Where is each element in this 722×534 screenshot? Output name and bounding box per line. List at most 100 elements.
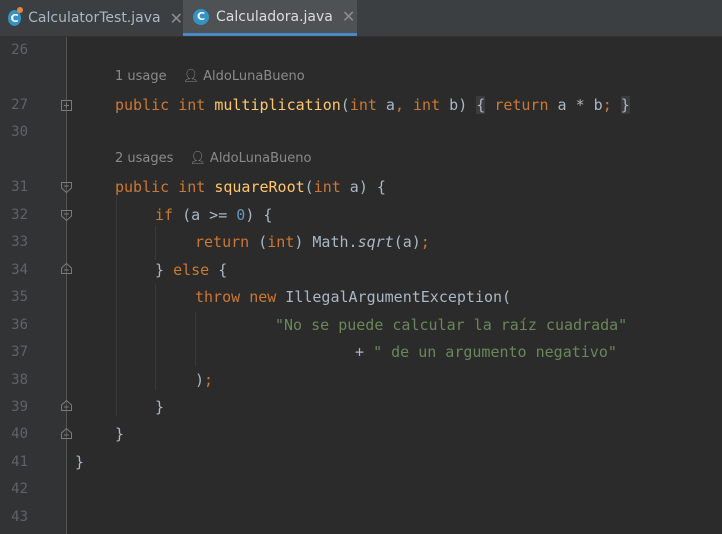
code-text: { — [209, 261, 228, 279]
keyword: int — [413, 96, 441, 114]
line-number: 35 — [11, 289, 28, 305]
paren: ( — [340, 96, 350, 114]
brace: } — [155, 398, 165, 416]
line-number: 42 — [11, 481, 28, 497]
code-line-39[interactable]: } — [155, 394, 164, 421]
author-icon: 👤︎ — [182, 69, 200, 84]
semicolon: ; — [602, 96, 612, 114]
method-name: multiplication — [214, 96, 341, 114]
indent-guide — [116, 196, 117, 416]
line-number: 31 — [11, 179, 28, 195]
keyword: if — [155, 206, 174, 224]
keyword: return — [195, 233, 250, 251]
string-literal: "No se puede calcular la raíz cuadrada" — [275, 316, 628, 334]
gutter-divider — [66, 37, 67, 534]
code-line-41[interactable]: } — [75, 449, 84, 476]
code-text: IllegalArgumentException( — [276, 288, 512, 306]
tab-label: Calculadora.java — [216, 8, 333, 25]
code-text: } — [155, 261, 174, 279]
line-number: 34 — [11, 262, 28, 278]
keyword: public — [115, 178, 170, 196]
editor-tab-bar: C CalculatorTest.java ✕ C Calculadora.ja… — [0, 0, 722, 37]
brace: } — [75, 453, 85, 471]
author-name[interactable]: AldoLunaBueno — [203, 69, 305, 84]
line-number: 30 — [11, 124, 28, 140]
code-line-35[interactable]: throw new IllegalArgumentException( — [195, 284, 511, 311]
tab-calculatortest[interactable]: C CalculatorTest.java ✕ — [0, 0, 183, 36]
string-literal: " de un argumento negativo" — [373, 343, 617, 361]
keyword: int — [178, 96, 206, 114]
keyword: return — [494, 96, 549, 114]
fold-end-icon[interactable] — [61, 400, 72, 411]
fold-end-icon[interactable] — [61, 428, 72, 439]
usage-count[interactable]: 2 usages — [115, 151, 173, 166]
keyword: int — [178, 178, 206, 196]
code-line-40[interactable]: } — [115, 421, 124, 448]
paren: ) — [195, 371, 205, 389]
paren: ) — [458, 96, 477, 114]
code-text: ) { — [245, 206, 273, 224]
code-line-33[interactable]: return (int) Math.sqrt(a); — [195, 229, 430, 256]
java-class-icon: C — [8, 7, 24, 26]
keyword: throw — [195, 288, 241, 306]
line-number: 40 — [11, 426, 28, 442]
close-icon[interactable]: ✕ — [342, 7, 355, 26]
code-line-32[interactable]: if (a >= 0) { — [155, 202, 272, 229]
line-number: 32 — [11, 207, 28, 223]
code-line-27[interactable]: public int multiplication(int a, int b) … — [115, 92, 630, 119]
paren: ( — [304, 178, 314, 196]
param: a — [376, 96, 395, 114]
code-text: a) { — [340, 178, 386, 196]
author-name[interactable]: AldoLunaBueno — [210, 151, 312, 166]
close-icon[interactable]: ✕ — [170, 9, 183, 28]
code-text: (a) — [393, 233, 421, 251]
code-text: (a >= — [173, 206, 237, 224]
line-number: 33 — [11, 234, 28, 250]
indent-guide — [155, 226, 156, 260]
code-line-37[interactable]: + " de un argumento negativo" — [355, 339, 617, 366]
java-class-icon: C — [193, 8, 209, 25]
tab-calculadora[interactable]: C Calculadora.java ✕ — [183, 0, 357, 36]
folded-brace[interactable]: } — [620, 96, 630, 114]
param: b — [440, 96, 459, 114]
code-line-36[interactable]: "No se puede calcular la raíz cuadrada" — [275, 312, 627, 339]
keyword: new — [249, 288, 277, 306]
code-text: ) Math. — [294, 233, 358, 251]
semicolon: ; — [204, 371, 214, 389]
fold-end-icon[interactable] — [61, 263, 72, 274]
comma: , — [394, 96, 414, 114]
line-number: 27 — [11, 97, 28, 113]
folded-brace[interactable]: { — [476, 96, 486, 114]
indent-guide — [195, 312, 196, 366]
code-line-34[interactable]: } else { — [155, 257, 227, 284]
keyword: public — [115, 96, 170, 114]
line-number: 26 — [11, 42, 28, 58]
line-number: 41 — [11, 454, 28, 470]
usage-count[interactable]: 1 usage — [115, 69, 167, 84]
line-number: 43 — [11, 509, 28, 525]
semicolon: ; — [420, 233, 430, 251]
brace: } — [115, 425, 125, 443]
usage-hint[interactable]: 2 usages 👤︎ AldoLunaBueno — [115, 151, 311, 166]
method-name: squareRoot — [214, 178, 305, 196]
usage-hint[interactable]: 1 usage 👤︎ AldoLunaBueno — [115, 69, 305, 84]
line-number: 39 — [11, 399, 28, 415]
indent-guide — [155, 284, 156, 390]
static-method: sqrt — [357, 233, 394, 251]
code-line-38[interactable]: ); — [195, 367, 213, 394]
line-number: 38 — [11, 372, 28, 388]
fold-expand-icon[interactable] — [61, 100, 72, 111]
author-icon: 👤︎ — [189, 151, 206, 166]
fold-collapse-icon[interactable] — [61, 182, 72, 193]
fold-collapse-icon[interactable] — [61, 210, 72, 221]
line-number: 36 — [11, 317, 28, 333]
line-number: 37 — [11, 344, 28, 360]
code-line-31[interactable]: public int squareRoot(int a) { — [115, 174, 386, 201]
keyword: int — [349, 96, 377, 114]
keyword: else — [173, 261, 210, 279]
code-text: ( — [249, 233, 268, 251]
expression: a * b — [548, 96, 603, 114]
keyword: int — [267, 233, 295, 251]
operator: + — [355, 343, 374, 361]
keyword: int — [313, 178, 341, 196]
